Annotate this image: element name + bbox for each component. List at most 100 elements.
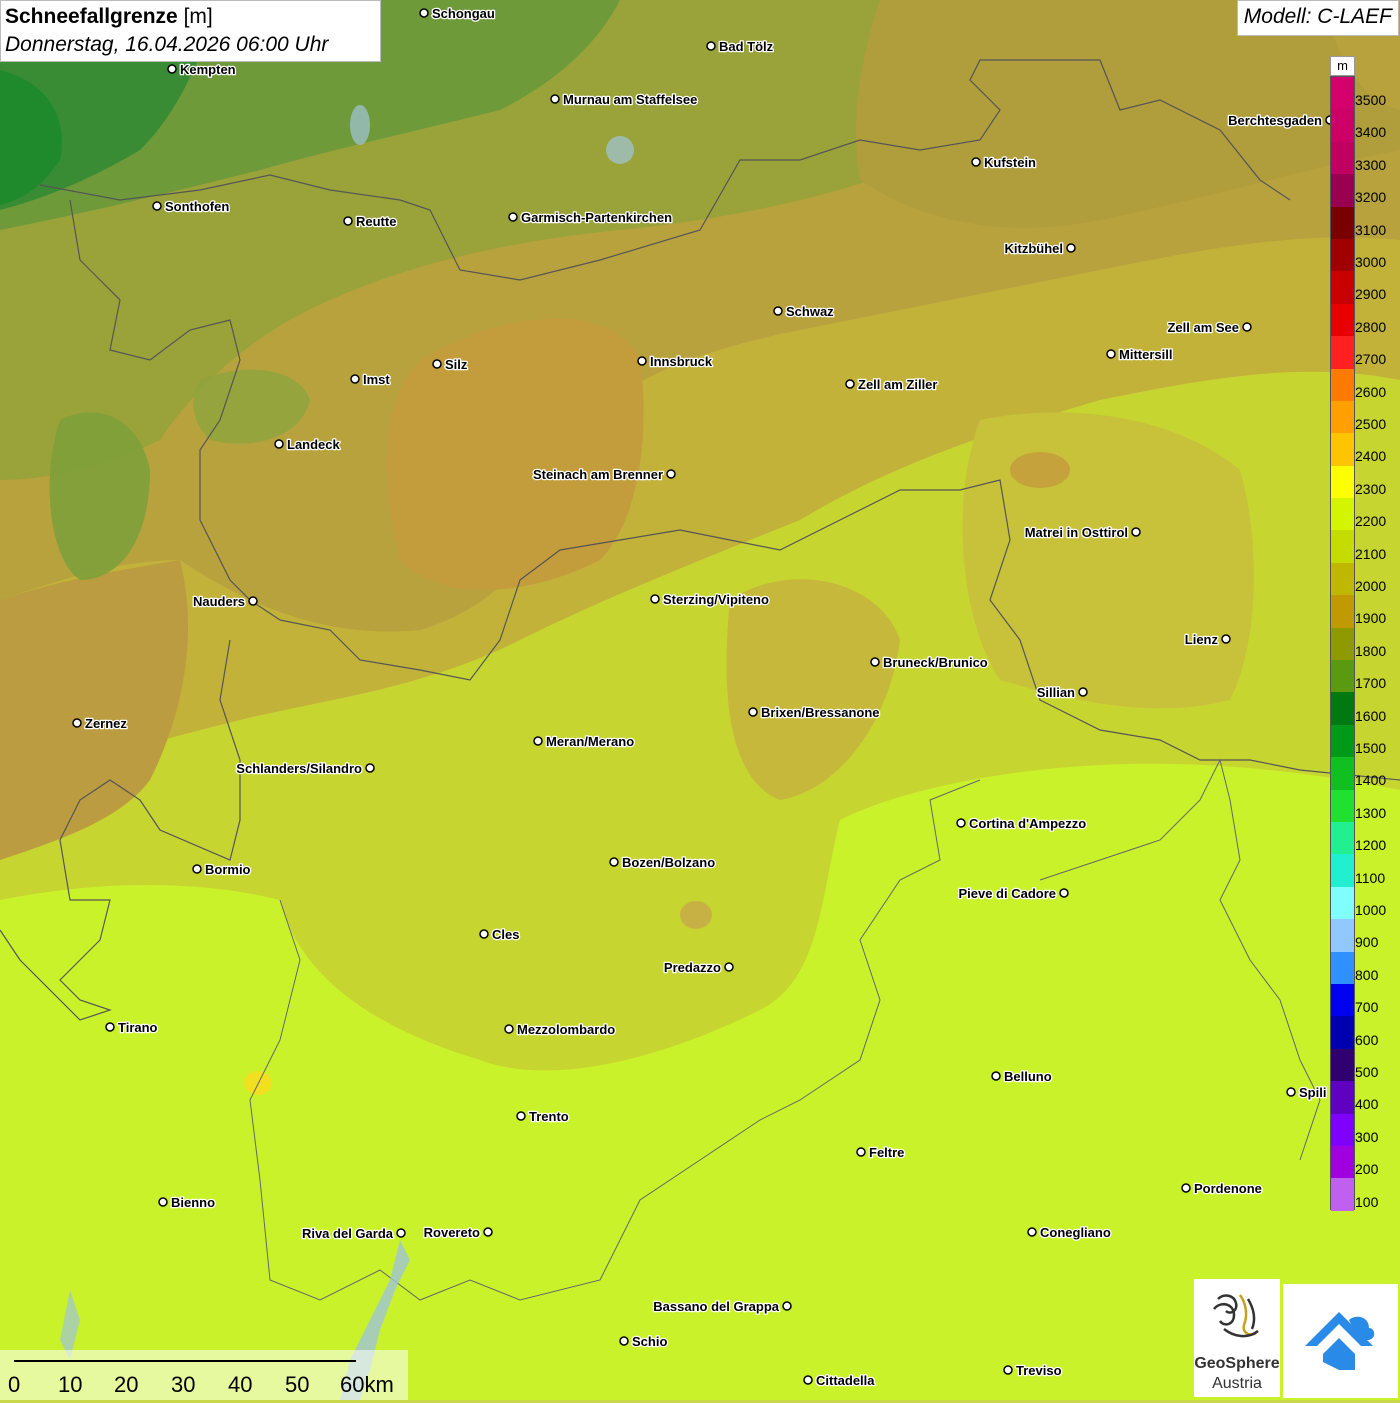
city-dot <box>1242 322 1252 332</box>
legend-label: 3100 <box>1355 221 1387 238</box>
city-label: Meran/Merano <box>546 734 634 749</box>
geosphere-swirl-icon <box>1213 1294 1259 1338</box>
legend-label: 900 <box>1355 934 1379 951</box>
city-marker[interactable]: Schongau <box>419 5 496 22</box>
city-marker[interactable]: Brixen/Bressanone <box>748 704 881 721</box>
city-marker[interactable]: Bozen/Bolzano <box>609 854 717 871</box>
city-dot <box>748 707 758 717</box>
legend-label: 1500 <box>1355 740 1387 756</box>
city-label: Imst <box>363 372 390 387</box>
city-label: Belluno <box>1004 1069 1052 1084</box>
city-dot <box>619 1336 629 1346</box>
city-label: Reutte <box>356 214 396 229</box>
city-marker[interactable]: Bruneck/Brunico <box>870 654 989 671</box>
city-label: Kempten <box>180 62 236 77</box>
scale-label: 50 <box>285 1372 310 1397</box>
city-label: Bormio <box>205 862 251 877</box>
legend-swatch <box>1331 77 1354 110</box>
city-marker[interactable]: Bassano del Grappa <box>652 1298 792 1315</box>
legend-swatch <box>1331 595 1354 628</box>
city-dot <box>845 379 855 389</box>
city-marker[interactable]: Pordenone <box>1181 1180 1263 1197</box>
warning-app-logo[interactable] <box>1283 1284 1398 1398</box>
city-marker[interactable]: Murnau am Staffelsee <box>550 91 699 108</box>
city-dot <box>192 864 202 874</box>
legend-label: 2000 <box>1355 578 1387 594</box>
city-dot <box>365 763 375 773</box>
city-dot <box>724 962 734 972</box>
city-marker[interactable]: Sterzing/Vipiteno <box>650 591 770 608</box>
legend-label: 1200 <box>1355 837 1387 854</box>
scale-line <box>14 1360 356 1362</box>
legend-swatch <box>1331 886 1354 920</box>
city-marker[interactable]: Meran/Merano <box>533 733 635 750</box>
legend-label: 2200 <box>1355 513 1387 530</box>
city-dot <box>609 857 619 867</box>
city-dot <box>504 1024 514 1034</box>
city-marker[interactable]: Conegliano <box>1027 1224 1112 1241</box>
city-dot <box>650 594 660 604</box>
city-marker[interactable]: Riva del Garda <box>301 1225 406 1242</box>
city-dot <box>105 1022 115 1032</box>
city-dot <box>152 201 162 211</box>
city-label: Nauders <box>193 594 245 609</box>
city-marker[interactable]: Garmisch-Partenkirchen <box>508 209 673 226</box>
city-dot <box>550 94 560 104</box>
city-dot <box>483 1227 493 1237</box>
legend-label: 800 <box>1355 966 1379 983</box>
city-dot <box>343 216 353 226</box>
city-dot <box>1003 1365 1013 1375</box>
city-dot <box>706 41 716 51</box>
city-marker[interactable]: Schlanders/Silandro <box>235 760 375 777</box>
city-label: Landeck <box>287 437 341 452</box>
city-marker[interactable]: Pieve di Cadore <box>957 885 1069 902</box>
legend-label: 3500 <box>1355 92 1387 108</box>
city-marker[interactable]: Berchtesgaden <box>1227 112 1335 129</box>
legend-label: 1900 <box>1355 610 1387 627</box>
city-label: Innsbruck <box>650 354 713 369</box>
field-spot-orange <box>680 901 712 929</box>
snowfall-limit-map[interactable]: Schongau Bad Tölz Kempten Murnau am Staffel… <box>0 0 1400 1400</box>
city-marker[interactable]: Zell am Ziller <box>845 376 939 393</box>
legend-label: 300 <box>1355 1128 1379 1145</box>
city-marker[interactable]: Cortina d'Ampezzo <box>956 815 1088 832</box>
scale-label: 60km <box>340 1372 394 1397</box>
city-marker[interactable]: Matrei in Osttirol <box>1023 524 1141 541</box>
city-marker[interactable]: Steinach am Brenner <box>532 466 676 483</box>
city-dot <box>167 64 177 74</box>
legend-swatch <box>1331 627 1354 661</box>
city-label: Murnau am Staffelsee <box>563 92 697 107</box>
legend-swatch <box>1331 692 1354 725</box>
city-dot <box>533 736 543 746</box>
city-label: Cittadella <box>816 1373 875 1388</box>
city-label: Garmisch-Partenkirchen <box>521 210 672 225</box>
city-label: Rovereto <box>424 1225 480 1240</box>
geosphere-logo[interactable]: GeoSphere Austria <box>1194 1279 1280 1397</box>
city-marker[interactable]: Sonthofen <box>152 198 231 215</box>
city-label: Sillian <box>1037 685 1075 700</box>
city-dot <box>1106 349 1116 359</box>
scale-bar: 0 10 20 30 40 50 60km <box>0 1350 408 1400</box>
legend-swatch <box>1331 724 1354 758</box>
legend-swatch <box>1331 336 1354 369</box>
legend-swatch <box>1331 1145 1354 1179</box>
city-label: Tirano <box>118 1020 158 1035</box>
legend-label: 2600 <box>1355 383 1387 400</box>
legend-label: 1800 <box>1355 642 1387 659</box>
legend-swatch <box>1331 1113 1354 1146</box>
model-name: Modell: C-LAEF <box>1236 0 1399 36</box>
city-dot <box>991 1071 1001 1081</box>
legend-label: 1300 <box>1355 804 1387 821</box>
city-dot <box>1286 1087 1296 1097</box>
city-label: Feltre <box>869 1145 904 1160</box>
legend-label: 1100 <box>1355 869 1386 886</box>
legend-label: 500 <box>1355 1064 1379 1080</box>
city-dot <box>870 657 880 667</box>
city-dot <box>666 469 676 479</box>
legend-swatch <box>1331 1048 1354 1082</box>
city-marker[interactable]: Zell am See <box>1166 319 1252 336</box>
city-marker[interactable]: Innsbruck <box>637 353 714 370</box>
parameter-unit: [m] <box>183 5 213 28</box>
city-marker[interactable]: Mezzolombardo <box>504 1021 617 1038</box>
legend-label: 2700 <box>1355 351 1387 368</box>
